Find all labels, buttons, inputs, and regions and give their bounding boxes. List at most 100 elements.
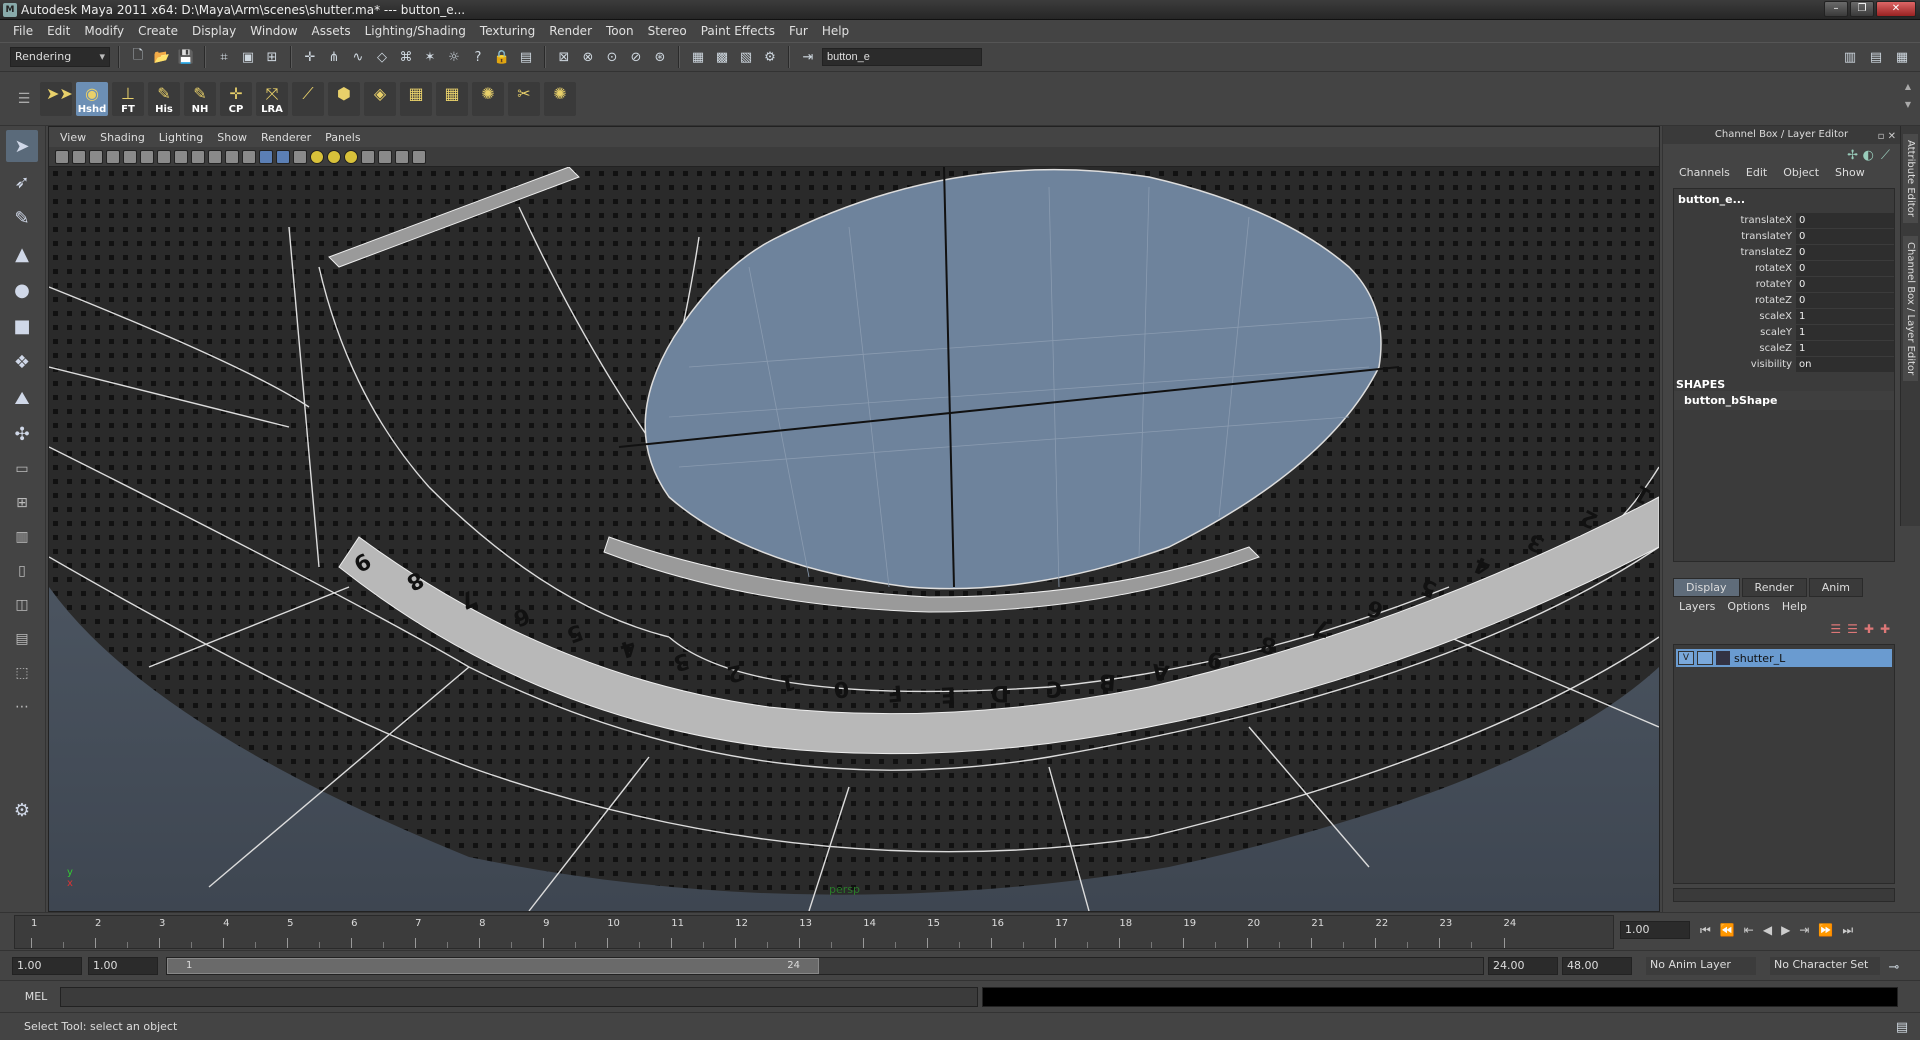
attribute-name[interactable]: rotateX bbox=[1674, 263, 1796, 274]
attribute-row[interactable]: rotateZ 0 bbox=[1674, 292, 1894, 308]
show-channel-box-icon[interactable]: ▦ bbox=[1892, 47, 1912, 67]
le-menu-help[interactable]: Help bbox=[1776, 600, 1813, 613]
tab-display[interactable]: Display bbox=[1673, 578, 1740, 597]
attribute-value[interactable]: 0 bbox=[1796, 260, 1894, 276]
save-scene-icon[interactable]: 💾 bbox=[176, 47, 196, 67]
shelf-button-uv-layout[interactable]: ▦ bbox=[400, 82, 432, 116]
new-layer-icon[interactable]: ✚ bbox=[1864, 622, 1874, 636]
close-button[interactable]: ✕ bbox=[1876, 1, 1916, 17]
snap-view-plane-icon[interactable]: ⊘ bbox=[626, 47, 646, 67]
script-editor-icon[interactable]: ▤ bbox=[1892, 1017, 1912, 1037]
new-layer-selected-icon[interactable]: ✚ bbox=[1880, 622, 1890, 636]
hypershade-layout-icon[interactable]: ⬚ bbox=[6, 658, 38, 688]
character-set-dropdown[interactable]: No Character Set bbox=[1770, 957, 1880, 975]
show-tool-settings-icon[interactable]: ▤ bbox=[1866, 47, 1886, 67]
shape-node-name[interactable]: button_bShape bbox=[1674, 391, 1894, 410]
shelf-button-lra[interactable]: ⤧ LRA bbox=[256, 82, 288, 116]
go-to-end-icon[interactable]: ⏭ bbox=[1842, 923, 1853, 938]
maximize-button[interactable]: ❐ bbox=[1850, 1, 1874, 17]
attribute-name[interactable]: rotateZ bbox=[1674, 295, 1796, 306]
attribute-value[interactable]: on bbox=[1796, 356, 1894, 372]
step-forward-frame-icon[interactable]: ⇥ bbox=[1799, 923, 1809, 938]
shelf-button-nh[interactable]: ✎ NH bbox=[184, 82, 216, 116]
safe-title-icon[interactable] bbox=[225, 149, 239, 164]
show-attribute-editor-icon[interactable]: ▥ bbox=[1840, 47, 1860, 67]
menu-render[interactable]: Render bbox=[542, 24, 599, 38]
soft-modification-icon[interactable]: ⛰ bbox=[6, 382, 38, 414]
minimize-button[interactable]: – bbox=[1824, 1, 1848, 17]
time-ruler[interactable]: 1 2 3 4 5 6 7 8 9 10 11 12 13 14 15 16 17 18 19 20 21 22 23 24 bbox=[14, 915, 1614, 949]
move-layer-up-icon[interactable]: ☰ bbox=[1830, 622, 1841, 636]
step-back-key-icon[interactable]: ⏪ bbox=[1720, 923, 1735, 938]
image-plane-icon[interactable] bbox=[106, 149, 120, 164]
graph-editor-layout-icon[interactable]: ▤ bbox=[6, 624, 38, 654]
field-chart-icon[interactable] bbox=[191, 149, 205, 164]
smooth-shade-icon[interactable] bbox=[259, 149, 273, 164]
shelf-button-cp[interactable]: ✛ CP bbox=[220, 82, 252, 116]
menu-window[interactable]: Window bbox=[243, 24, 304, 38]
wireframe-icon[interactable] bbox=[242, 149, 256, 164]
play-forwards-icon[interactable]: ▶ bbox=[1781, 923, 1790, 938]
channel-box-tab[interactable]: Channel Box / Layer Editor bbox=[1903, 236, 1918, 382]
tab-render[interactable]: Render bbox=[1741, 578, 1807, 597]
shelf-button-uv-relax[interactable]: ✺ bbox=[544, 82, 576, 116]
snap-point-icon[interactable]: ⊙ bbox=[602, 47, 622, 67]
go-to-start-icon[interactable]: ⏮ bbox=[1700, 923, 1711, 938]
play-backwards-icon[interactable]: ◀ bbox=[1763, 923, 1772, 938]
attribute-row[interactable]: translateY 0 bbox=[1674, 228, 1894, 244]
snap-curve-icon[interactable]: ⊗ bbox=[578, 47, 598, 67]
attribute-row[interactable]: translateZ 0 bbox=[1674, 244, 1894, 260]
panel-menu-show[interactable]: Show bbox=[210, 131, 254, 144]
all-lights-icon[interactable] bbox=[327, 149, 341, 164]
camera-select-icon[interactable] bbox=[55, 149, 69, 164]
playback-end-field[interactable]: 24.00 bbox=[1488, 957, 1558, 975]
four-view-layout-icon[interactable]: ⊞ bbox=[6, 488, 38, 518]
panel-menu-view[interactable]: View bbox=[53, 131, 93, 144]
le-menu-options[interactable]: Options bbox=[1721, 600, 1775, 613]
range-bar[interactable]: 1 24 bbox=[166, 957, 1484, 975]
bookmarks-icon[interactable] bbox=[89, 149, 103, 164]
move-layer-down-icon[interactable]: ☰ bbox=[1847, 622, 1858, 636]
last-tool-icon[interactable]: ▭ bbox=[6, 454, 38, 484]
attribute-row[interactable]: rotateY 0 bbox=[1674, 276, 1894, 292]
safe-action-icon[interactable] bbox=[208, 149, 222, 164]
lasso-tool-icon[interactable]: ➶ bbox=[6, 166, 38, 198]
ipr-render-icon[interactable]: ▧ bbox=[736, 47, 756, 67]
select-surfaces-icon[interactable]: ◇ bbox=[372, 47, 392, 67]
render-current-frame-icon[interactable]: ▩ bbox=[712, 47, 732, 67]
menu-paint-effects[interactable]: Paint Effects bbox=[694, 24, 782, 38]
menu-lighting-shading[interactable]: Lighting/Shading bbox=[358, 24, 473, 38]
select-curves-icon[interactable]: ∿ bbox=[348, 47, 368, 67]
outliner-persp-layout-icon[interactable]: ▥ bbox=[6, 522, 38, 552]
layout-options-icon[interactable]: ⋯ bbox=[6, 692, 38, 722]
step-back-frame-icon[interactable]: ⇤ bbox=[1744, 923, 1754, 938]
select-rendering-icon[interactable]: ☼ bbox=[444, 47, 464, 67]
attribute-name[interactable]: translateY bbox=[1674, 231, 1796, 242]
tab-anim[interactable]: Anim bbox=[1808, 578, 1863, 597]
input-mode-icon[interactable]: ⇥ bbox=[798, 47, 818, 67]
playback-start-field[interactable]: 1.00 bbox=[88, 957, 158, 975]
attribute-value[interactable]: 0 bbox=[1796, 292, 1894, 308]
attribute-row[interactable]: scaleY 1 bbox=[1674, 324, 1894, 340]
grid-toggle-icon[interactable] bbox=[123, 149, 137, 164]
layer-name[interactable]: shutter_L bbox=[1734, 652, 1785, 665]
panel-menu-panels[interactable]: Panels bbox=[318, 131, 367, 144]
single-view-layout-icon[interactable]: ▯ bbox=[6, 556, 38, 586]
shelf-button-blend[interactable]: ⬢ bbox=[328, 82, 360, 116]
cb-menu-edit[interactable]: Edit bbox=[1738, 166, 1775, 184]
attribute-row[interactable]: rotateX 0 bbox=[1674, 260, 1894, 276]
selected-node-name[interactable]: button_e... bbox=[1674, 189, 1894, 212]
lock-selection-icon[interactable]: 🔒 bbox=[492, 47, 512, 67]
universal-manipulator-icon[interactable]: ❖ bbox=[6, 346, 38, 378]
animation-start-field[interactable]: 1.00 bbox=[12, 957, 82, 975]
anim-layer-dropdown[interactable]: No Anim Layer bbox=[1646, 957, 1756, 975]
tool-settings-icon[interactable]: ⚙ bbox=[6, 794, 38, 826]
layer-color-swatch[interactable] bbox=[1716, 651, 1730, 665]
menu-edit[interactable]: Edit bbox=[40, 24, 77, 38]
cb-menu-channels[interactable]: Channels bbox=[1671, 166, 1738, 184]
shelf-button-uv-grid[interactable]: ▦ bbox=[436, 82, 468, 116]
le-menu-layers[interactable]: Layers bbox=[1673, 600, 1721, 613]
select-handles-icon[interactable]: ✛ bbox=[300, 47, 320, 67]
xray-icon[interactable] bbox=[378, 149, 392, 164]
highlight-selection-icon[interactable]: ▤ bbox=[516, 47, 536, 67]
